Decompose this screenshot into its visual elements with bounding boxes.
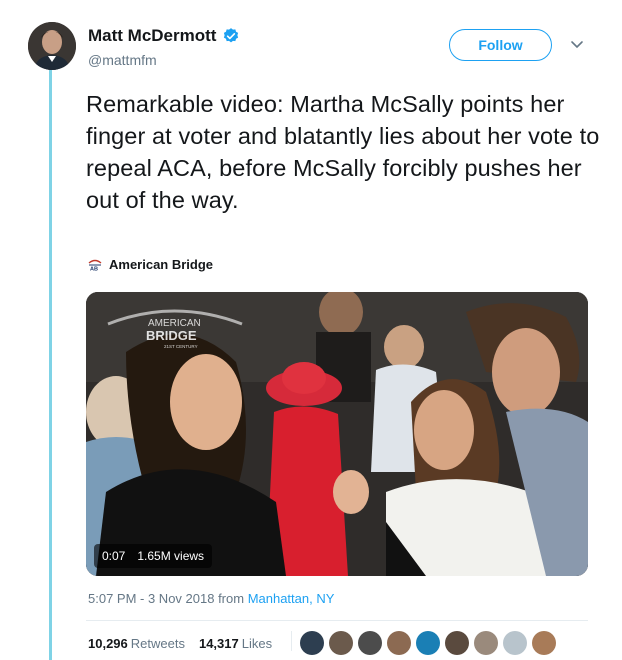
divider (86, 620, 588, 621)
video-info-overlay: 0:07 1.65M views (94, 544, 213, 568)
liker-avatar[interactable] (300, 631, 324, 655)
source-name[interactable]: American Bridge (109, 257, 213, 272)
svg-text:21ST CENTURY: 21ST CENTURY (164, 344, 198, 349)
liker-avatar[interactable] (329, 631, 353, 655)
liker-avatar[interactable] (445, 631, 469, 655)
video-views: 1.65M views (137, 549, 205, 563)
thread-line (49, 70, 52, 660)
tweet-text: Remarkable video: Martha McSally points … (86, 91, 600, 213)
user-name[interactable]: Matt McDermott (88, 26, 216, 46)
liker-avatars (300, 631, 556, 655)
user-name-row: Matt McDermott (88, 26, 240, 46)
user-handle[interactable]: @mattmfm (88, 52, 157, 68)
video-duration: 0:07 (102, 549, 126, 563)
tweet-time[interactable]: 5:07 PM - 3 Nov 2018 from (88, 591, 248, 606)
retweets-stat[interactable]: 10,296 Retweets (88, 636, 185, 651)
american-bridge-logo-icon: AB (88, 259, 102, 271)
avatar[interactable] (28, 22, 76, 70)
follow-button[interactable]: Follow (449, 29, 552, 61)
verified-badge-icon (224, 28, 239, 43)
stats-separator (291, 631, 292, 651)
likes-stat[interactable]: 14,317 Likes (199, 636, 272, 651)
svg-text:AB: AB (90, 266, 98, 271)
tweet-location-link[interactable]: Manhattan, NY (248, 591, 335, 606)
svg-text:BRIDGE: BRIDGE (146, 328, 197, 343)
source-attribution[interactable]: AB American Bridge (88, 257, 213, 272)
liker-avatar[interactable] (358, 631, 382, 655)
video-frame: AMERICAN BRIDGE 21ST CENTURY (86, 292, 588, 576)
chevron-down-icon[interactable] (570, 40, 584, 50)
liker-avatar[interactable] (532, 631, 556, 655)
liker-avatar[interactable] (387, 631, 411, 655)
tweet-stats: 10,296 Retweets 14,317 Likes (88, 636, 272, 651)
liker-avatar[interactable] (474, 631, 498, 655)
liker-avatar[interactable] (416, 631, 440, 655)
tweet-timestamp: 5:07 PM - 3 Nov 2018 from Manhattan, NY (88, 591, 334, 606)
video-player[interactable]: AMERICAN BRIDGE 21ST CENTURY 0:07 1.65M … (86, 292, 588, 576)
liker-avatar[interactable] (503, 631, 527, 655)
